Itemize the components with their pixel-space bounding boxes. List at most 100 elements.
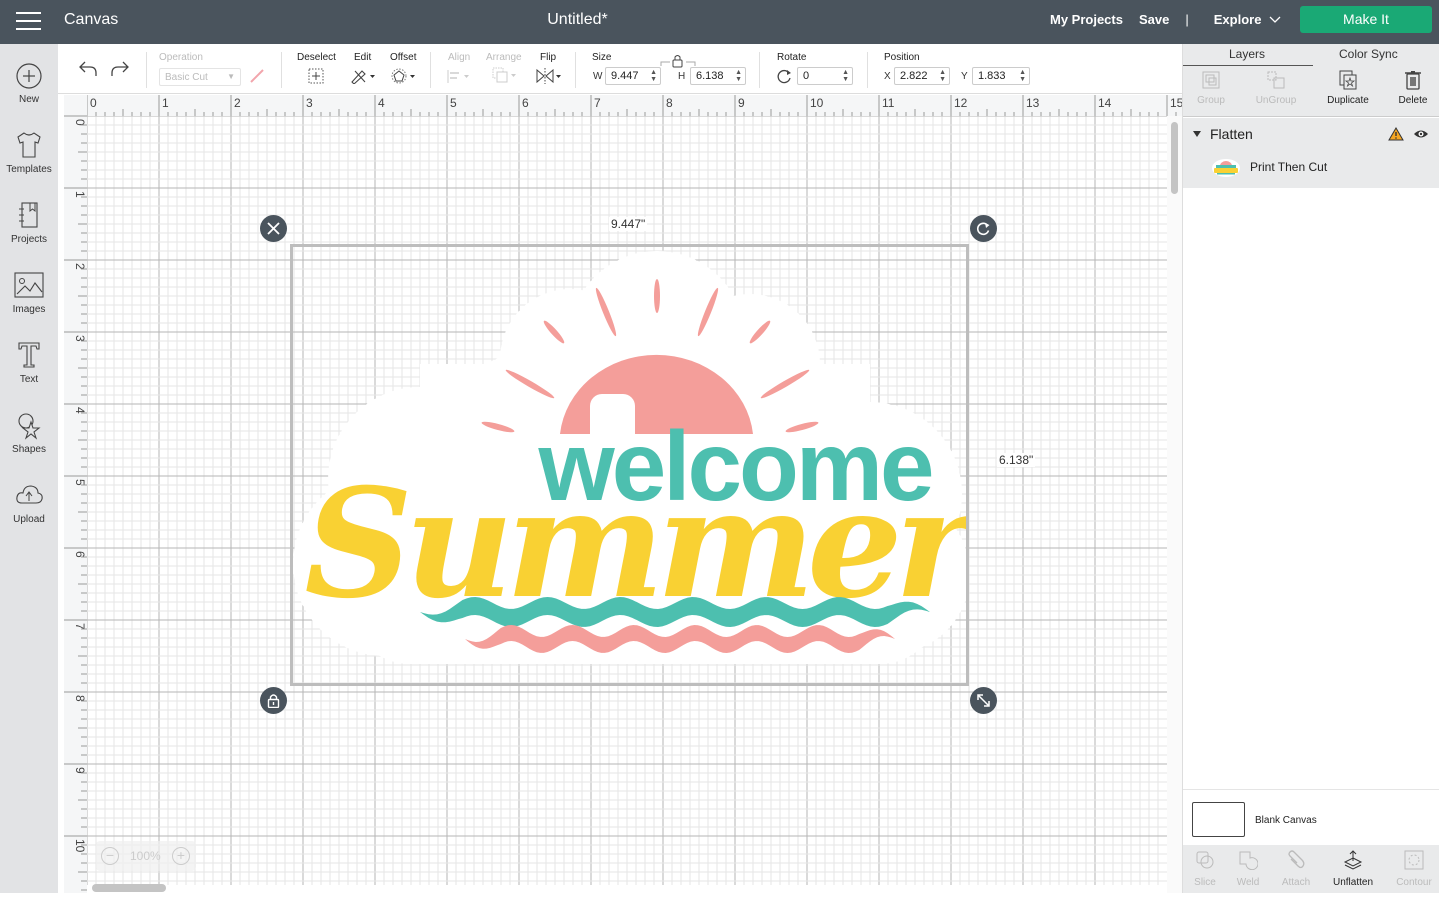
- ungroup-icon: [1267, 71, 1285, 89]
- stepper-icon[interactable]: ▲ ▼: [650, 69, 657, 83]
- rotate-icon: [777, 69, 791, 84]
- delete-button[interactable]: Delete: [1381, 70, 1439, 106]
- offset-icon[interactable]: [391, 68, 419, 84]
- layer-item[interactable]: Print Then Cut: [1183, 152, 1439, 184]
- deselect-label: Deselect: [297, 52, 336, 63]
- ruler-tick-label: 13: [1026, 96, 1040, 110]
- rotate-icon: [977, 222, 990, 236]
- warning-icon[interactable]: [1388, 127, 1404, 141]
- redo-icon[interactable]: [110, 60, 130, 78]
- weld-icon: [1239, 851, 1258, 870]
- my-projects-link[interactable]: My Projects: [1050, 12, 1123, 27]
- canvas-color-swatch[interactable]: [1192, 802, 1245, 837]
- ungroup-label: UnGroup: [1255, 95, 1297, 106]
- zoom-out-button[interactable]: −: [101, 847, 119, 865]
- resize-arrows-icon: [977, 694, 990, 707]
- duplicate-button[interactable]: Duplicate: [1316, 70, 1380, 106]
- sidebar-item-images[interactable]: Images: [0, 270, 58, 315]
- undo-icon[interactable]: [78, 60, 98, 78]
- align-icon[interactable]: [447, 68, 473, 84]
- x-position-input[interactable]: 2.822 ▲ ▼: [894, 67, 950, 85]
- stepper-icon[interactable]: ▲ ▼: [842, 69, 849, 83]
- sidebar-item-upload[interactable]: Upload: [0, 480, 58, 525]
- ungroup-button[interactable]: UnGroup: [1244, 70, 1308, 106]
- lock-handle[interactable]: [260, 687, 287, 714]
- arrange-icon[interactable]: [492, 67, 520, 85]
- scroll-thumb[interactable]: [1171, 122, 1178, 194]
- sidebar-item-projects[interactable]: Projects: [0, 200, 58, 245]
- notebook-icon: [19, 202, 38, 228]
- contour-button[interactable]: Contour: [1389, 850, 1439, 888]
- vertical-scrollbar[interactable]: [1167, 116, 1182, 893]
- close-icon: [267, 222, 280, 235]
- paperclip-icon: [1288, 850, 1305, 869]
- operation-select[interactable]: Basic Cut ▼: [159, 68, 241, 86]
- duplicate-label: Duplicate: [1327, 95, 1369, 106]
- size-label: Size: [592, 52, 612, 63]
- chevron-down-icon: [1269, 16, 1281, 23]
- flip-label: Flip: [540, 52, 557, 63]
- ruler-tick-label: 0: [90, 96, 97, 110]
- eye-icon[interactable]: [1413, 129, 1429, 139]
- ruler-tick-label: 12: [954, 96, 968, 110]
- rotate-input[interactable]: 0 ▲ ▼: [797, 67, 853, 85]
- rotate-label: Rotate: [777, 52, 807, 63]
- ruler-tick-label: 7: [594, 96, 601, 110]
- text-t-icon: [18, 342, 40, 368]
- rotate-handle[interactable]: [970, 215, 997, 242]
- unflatten-button[interactable]: Unflatten: [1328, 850, 1378, 888]
- pen-color-swatch[interactable]: [249, 68, 265, 84]
- width-label: W: [593, 71, 603, 82]
- layer-thumbnail: [1212, 159, 1240, 177]
- weld-button[interactable]: Weld: [1223, 850, 1273, 888]
- width-input[interactable]: 9.447 ▲ ▼: [605, 67, 661, 85]
- group-icon: [1202, 71, 1220, 89]
- ruler-tick-label: 5: [450, 96, 457, 110]
- flip-icon[interactable]: [536, 68, 564, 84]
- sidebar-item-text[interactable]: Text: [0, 340, 58, 385]
- edit-label: Edit: [354, 52, 372, 63]
- layer-name: Print Then Cut: [1250, 160, 1328, 174]
- explore-label: Explore: [1213, 12, 1262, 27]
- caret-down-icon: ▼: [227, 72, 235, 81]
- resize-handle[interactable]: [970, 687, 997, 714]
- sidebar-item-templates[interactable]: Templates: [0, 130, 58, 175]
- explore-dropdown[interactable]: Explore: [1214, 12, 1282, 27]
- slice-label: Slice: [1194, 877, 1216, 888]
- group-label: Group: [1197, 95, 1225, 106]
- stepper-icon[interactable]: ▲ ▼: [1019, 69, 1026, 83]
- tab-color-sync[interactable]: Color Sync: [1339, 47, 1398, 61]
- layers-panel: Layers Color Sync Group UnGroup Duplicat…: [1182, 44, 1439, 893]
- rotate-value: 0: [803, 70, 810, 82]
- horizontal-scrollbar[interactable]: [92, 884, 166, 892]
- sidebar-item-shapes[interactable]: Shapes: [0, 410, 58, 455]
- ruler-tick-label: 14: [1098, 96, 1112, 110]
- delete-handle[interactable]: [260, 215, 287, 242]
- deselect-icon[interactable]: [308, 68, 324, 84]
- ruler-tick-label: 2: [234, 96, 241, 110]
- ruler-tick-label: 1: [162, 96, 169, 110]
- zoom-level: 100%: [130, 849, 161, 863]
- height-value: 6.138: [696, 70, 724, 82]
- tab-layers[interactable]: Layers: [1229, 47, 1265, 61]
- expand-caret-icon[interactable]: [1193, 131, 1201, 137]
- attach-label: Attach: [1281, 877, 1311, 888]
- height-input[interactable]: 6.138 ▲ ▼: [690, 67, 746, 85]
- stepper-icon[interactable]: ▲ ▼: [735, 69, 742, 83]
- layer-group-flatten[interactable]: Flatten Print Then Cut: [1183, 118, 1439, 188]
- position-label: Position: [884, 52, 920, 63]
- sidebar-item-new[interactable]: New: [0, 62, 58, 105]
- y-position-input[interactable]: 1.833 ▲ ▼: [972, 67, 1030, 85]
- make-it-button[interactable]: Make It: [1300, 6, 1432, 33]
- zoom-in-button[interactable]: +: [172, 847, 190, 865]
- save-link[interactable]: Save: [1139, 12, 1169, 27]
- shapes-icon: [18, 413, 41, 440]
- group-button[interactable]: Group: [1179, 70, 1243, 106]
- edit-tools-icon[interactable]: [350, 68, 378, 84]
- stepper-icon[interactable]: ▲ ▼: [939, 69, 946, 83]
- layer-group-name: Flatten: [1210, 126, 1253, 142]
- sidebar-label: Shapes: [12, 444, 46, 455]
- attach-button[interactable]: Attach: [1271, 850, 1321, 888]
- divider: |: [1185, 12, 1189, 27]
- x-label: X: [884, 71, 891, 82]
